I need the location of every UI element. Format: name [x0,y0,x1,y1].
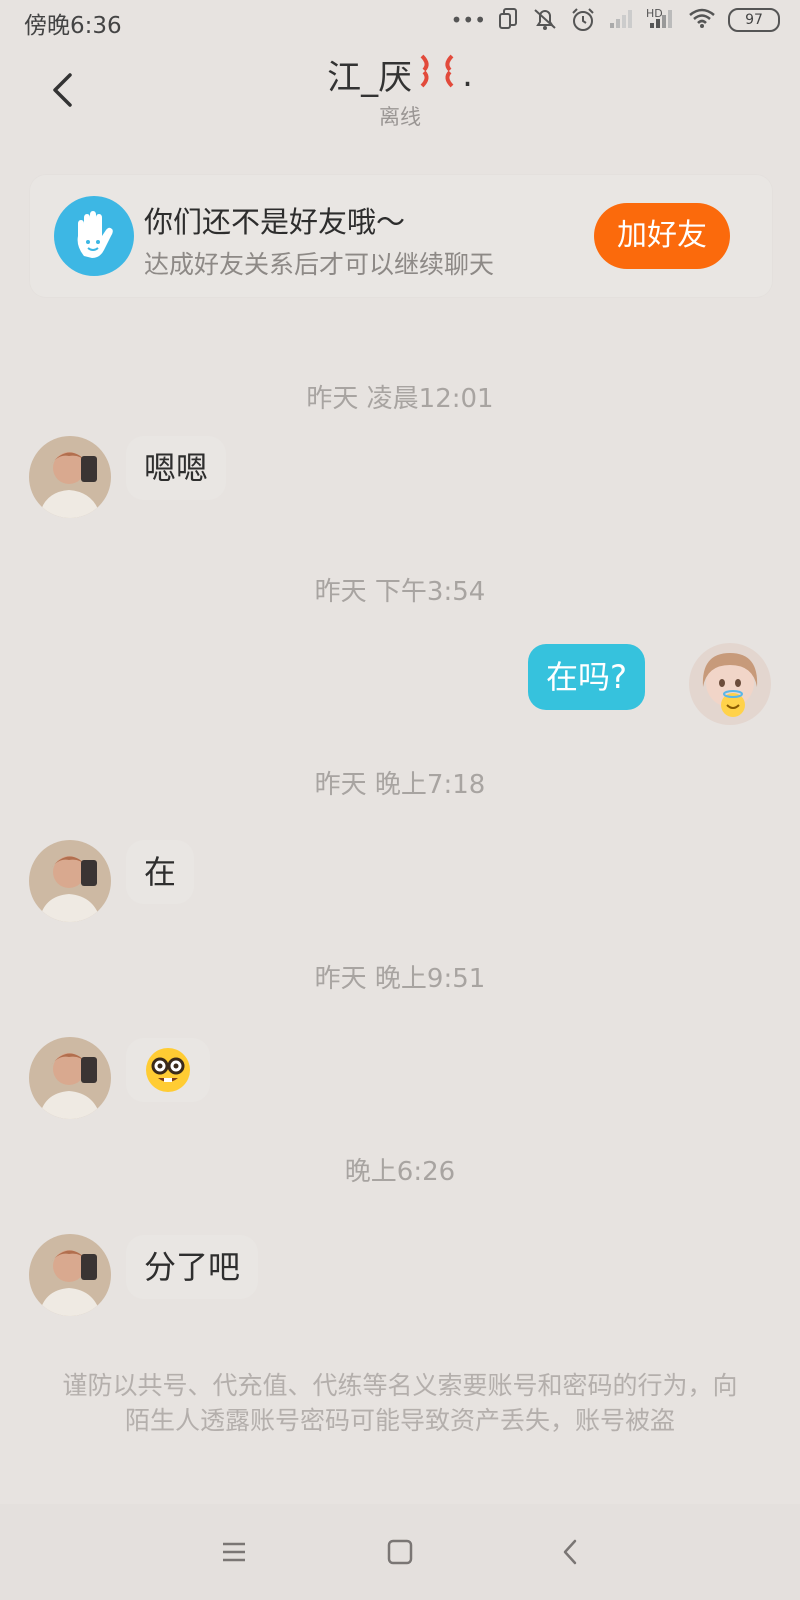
contact-name: 江_厌 [327,58,413,98]
self-avatar[interactable] [689,643,771,725]
message-timestamp: 昨天 下午3:54 [314,577,486,607]
menu-icon [223,1542,245,1562]
banner-description: 达成好友关系后才可以继续聊天 [144,250,495,279]
nerd-face-emoji-icon [146,1048,190,1092]
message-timestamp: 昨天 晚上7:18 [314,770,486,800]
anger-emoji-icon [416,52,458,98]
message-timestamp: 昨天 晚上9:51 [314,964,486,994]
menu-button[interactable] [210,1528,258,1576]
add-friend-button[interactable]: 加好友 [594,203,730,269]
contact-avatar[interactable] [29,436,111,518]
hand-wave-icon [54,196,134,276]
contact-avatar[interactable] [29,1234,111,1316]
alarm-icon [570,7,596,33]
contact-name-suffix: . [462,54,473,95]
security-notice: 谨防以共号、代充值、代练等名义索要账号和密码的行为，向陌生人透露账号密码可能导致… [62,1371,738,1435]
message-bubble-self[interactable]: 在吗? [528,644,645,710]
nav-back-button[interactable] [546,1528,594,1576]
message-timestamp: 昨天 凌晨12:01 [306,384,494,414]
contact-title[interactable]: 江_厌 . 离线 [200,50,600,131]
battery-icon: 97 [728,8,780,32]
signal-weak-icon [608,7,636,33]
message-timestamp: 晚上6:26 [344,1157,456,1187]
message-bubble-emoji[interactable] [126,1038,210,1102]
not-friend-banner: 你们还不是好友哦～ 达成好友关系后才可以继续聊天 加好友 [30,175,772,297]
mute-bell-icon [532,7,558,33]
back-button[interactable] [40,68,84,112]
chevron-left-icon [53,73,72,107]
system-nav-bar [0,1504,800,1600]
online-status: 离线 [379,105,421,129]
contact-avatar[interactable] [29,1037,111,1119]
banner-title: 你们还不是好友哦～ [144,205,406,239]
status-time: 傍晚6:36 [24,13,122,39]
screen-share-icon [498,7,520,33]
signal-hd-icon: HD [646,7,676,33]
chat-screen: 傍晚6:36 ••• HD 97 江_厌 . 离线 你们还不是好友哦～ 达成好友… [0,0,800,1600]
chat-header: 江_厌 . 离线 [0,40,800,140]
chevron-left-icon [563,1539,577,1565]
message-bubble[interactable]: 分了吧 [126,1235,259,1299]
home-button[interactable] [376,1528,424,1576]
hd-label: HD [646,7,663,20]
status-icons: ••• HD 97 [451,4,780,36]
wifi-icon [688,7,716,33]
more-dots-icon: ••• [450,8,486,32]
contact-avatar[interactable] [29,840,111,922]
status-bar: 傍晚6:36 ••• HD 97 [0,0,800,40]
square-home-icon [387,1539,413,1565]
message-bubble[interactable]: 在 [126,840,195,904]
message-bubble[interactable]: 嗯嗯 [126,436,227,500]
